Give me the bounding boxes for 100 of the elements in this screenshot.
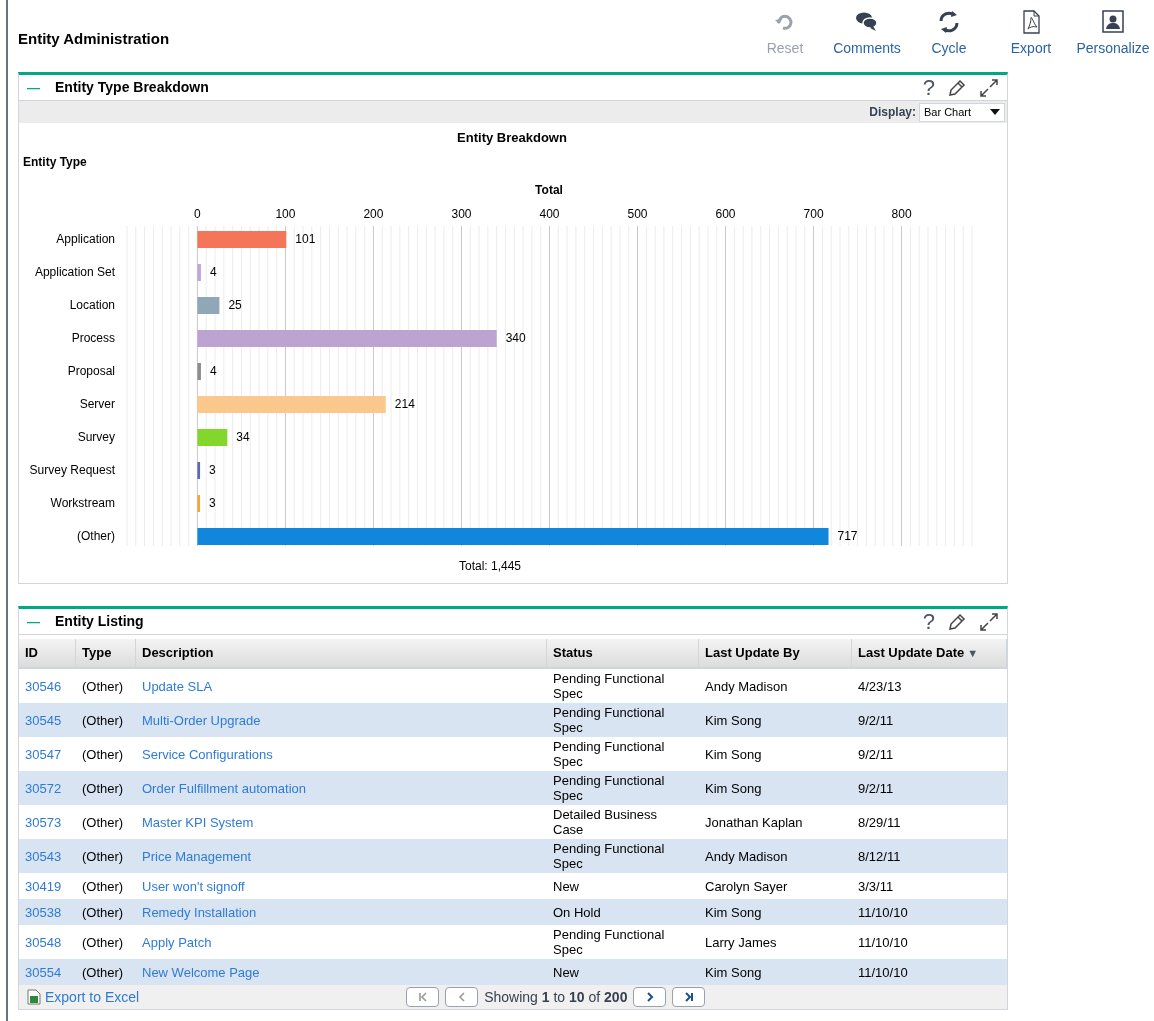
table-cell: (Other) <box>82 746 124 762</box>
bar <box>197 462 201 479</box>
table-cell: (Other) <box>82 904 124 920</box>
description-link[interactable]: Price Management <box>142 848 252 864</box>
tick-label: 700 <box>803 207 824 221</box>
display-dropdown[interactable]: Bar Chart <box>919 102 1005 122</box>
table-cell: (Other) <box>82 934 124 950</box>
description-link[interactable]: Multi-Order Upgrade <box>142 712 261 728</box>
table-cell: (Other) <box>82 848 124 864</box>
tick-label: 600 <box>715 207 736 221</box>
column-header[interactable]: Status <box>547 639 699 667</box>
first-page-icon <box>416 991 429 1003</box>
column-header[interactable]: Type <box>76 639 136 667</box>
cycle-icon <box>937 10 961 34</box>
id-link[interactable]: 30543 <box>25 848 62 864</box>
column-header[interactable]: Description <box>136 639 547 667</box>
description-link[interactable]: Apply Patch <box>142 934 212 950</box>
toolbar-button[interactable]: Comments <box>826 10 908 59</box>
table-cell: 8/12/11 <box>858 848 901 864</box>
expand-icon[interactable] <box>979 611 999 632</box>
collapse-icon[interactable]: — <box>27 611 55 632</box>
category-label: Application <box>56 232 115 246</box>
sort-icon: ▼ <box>967 644 979 662</box>
description-link[interactable]: Master KPI System <box>142 814 254 830</box>
toolbar-button[interactable]: Personalize <box>1072 10 1154 59</box>
id-link[interactable]: 30538 <box>25 904 62 920</box>
id-link[interactable]: 30419 <box>25 878 62 894</box>
table-cell: (Other) <box>82 780 124 796</box>
bar <box>197 264 201 281</box>
table-cell-text: Pending Functional Spec <box>553 773 666 803</box>
table-cell-text: Pending Functional Spec <box>553 841 666 871</box>
bar <box>197 495 201 512</box>
description-link[interactable]: Service Configurations <box>142 746 273 762</box>
export-link[interactable]: Export to Excel <box>27 986 140 1008</box>
category-label: Survey Request <box>29 463 115 477</box>
axis-title: Entity Type <box>23 155 87 169</box>
display-label: Display: <box>869 104 916 121</box>
last-page-icon <box>682 991 695 1003</box>
tick-label: 0 <box>194 207 201 221</box>
table-cell: Kim Song <box>705 712 762 728</box>
toolbar-button[interactable]: Cycle <box>908 10 990 59</box>
table-cell: (Other) <box>82 814 124 830</box>
total-label: Total: 1,445 <box>459 559 521 573</box>
table-cell: Jonathan Kaplan <box>705 814 803 830</box>
category-label: Process <box>71 331 115 345</box>
panel-title: Entity Type Breakdown <box>55 78 210 97</box>
description-link[interactable]: Order Fulfillment automation <box>142 780 306 796</box>
id-link[interactable]: 30547 <box>25 746 62 762</box>
table-cell-text: New <box>553 964 580 980</box>
table-cell: 11/10/10 <box>858 934 908 950</box>
value-label: 214 <box>394 397 415 411</box>
table-cell: Kim Song <box>705 780 762 796</box>
value-label: 717 <box>837 529 858 543</box>
description-link[interactable]: Remedy Installation <box>142 904 257 920</box>
collapse-icon[interactable]: — <box>27 77 55 98</box>
bar <box>197 429 228 446</box>
table-cell: Carolyn Sayer <box>705 878 788 894</box>
comments-icon <box>855 10 879 34</box>
id-link[interactable]: 30545 <box>25 712 62 728</box>
table-cell-text: Pending Functional Spec <box>553 671 666 701</box>
pencil-icon[interactable] <box>947 611 967 632</box>
table-cell: (Other) <box>82 678 124 694</box>
first-page-button[interactable] <box>406 987 440 1007</box>
table-cell: 9/2/11 <box>858 780 894 796</box>
column-header[interactable]: Last Update Date ▼ <box>852 639 1007 667</box>
last-page-button[interactable] <box>672 987 706 1007</box>
value-label: 340 <box>505 331 526 345</box>
category-label: Proposal <box>67 364 115 378</box>
value-label: 3 <box>209 496 216 510</box>
table-cell: 11/10/10 <box>858 964 908 980</box>
previous-page-button[interactable] <box>445 987 479 1007</box>
table-cell-text: Pending Functional Spec <box>553 927 666 957</box>
help-icon[interactable]: ? <box>922 76 935 99</box>
pencil-icon[interactable] <box>947 77 967 98</box>
tick-label: 200 <box>363 207 384 221</box>
description-link[interactable]: Update SLA <box>142 678 213 694</box>
column-header[interactable]: ID <box>19 639 76 667</box>
value-label: 101 <box>295 232 316 246</box>
table-cell-text: On Hold <box>553 904 602 920</box>
next-page-button[interactable] <box>633 987 667 1007</box>
description-link[interactable]: User won't signoff <box>142 878 245 894</box>
expand-icon[interactable] <box>979 77 999 98</box>
toolbar-button[interactable]: Export <box>990 10 1072 59</box>
table-cell: Kim Song <box>705 904 762 920</box>
spreadsheet-icon <box>27 989 41 1005</box>
table-cell: 9/2/11 <box>858 712 894 728</box>
id-link[interactable]: 30554 <box>25 964 62 980</box>
table-cell: 8/29/11 <box>858 814 901 830</box>
page-title: Entity Administration <box>18 29 170 49</box>
table-cell: Andy Madison <box>705 678 788 694</box>
table-cell: 11/10/10 <box>858 904 908 920</box>
help-icon[interactable]: ? <box>922 610 935 633</box>
id-link[interactable]: 30572 <box>25 780 62 796</box>
column-header[interactable]: Last Update By <box>699 639 852 667</box>
description-link[interactable]: New Welcome Page <box>142 964 260 980</box>
id-link[interactable]: 30546 <box>25 678 62 694</box>
id-link[interactable]: 30548 <box>25 934 62 950</box>
table-cell: 3/3/11 <box>858 878 894 894</box>
tick-label: 500 <box>627 207 648 221</box>
id-link[interactable]: 30573 <box>25 814 62 830</box>
